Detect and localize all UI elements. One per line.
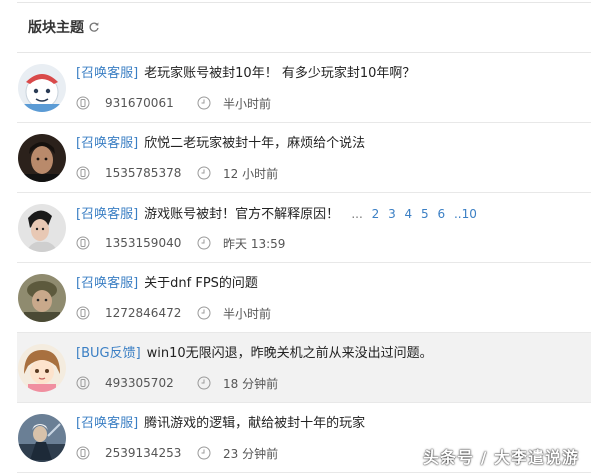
thread-tag[interactable]: [召唤客服] [76, 207, 138, 222]
thread-tag[interactable]: [BUG反馈] [76, 346, 141, 361]
thread-row[interactable]: [召唤客服] 关于dnf FPS的问题 1272846472 半小时前 [17, 263, 591, 333]
thread-title[interactable]: 关于dnf FPS的问题 [144, 276, 258, 291]
clock-icon [197, 446, 211, 460]
refresh-icon[interactable] [88, 21, 100, 33]
clock-icon [197, 166, 211, 180]
last-reply-time: 昨天 13:59 [223, 236, 286, 251]
views-count: 2539134253 [105, 446, 182, 460]
thread-meta: 1535785378 12 小时前 [76, 165, 278, 181]
section-header: 版块主题 [28, 16, 100, 38]
thread-tag[interactable]: [召唤客服] [76, 276, 138, 291]
views-count: 493305702 [105, 376, 174, 390]
thread-title[interactable]: win10无限闪退，昨晚关机之前从来没出过问题。 [147, 346, 433, 361]
clock-icon [197, 96, 211, 110]
pagination: ... 2 3 4 5 6 ..10 [351, 207, 477, 221]
thread-meta: 493305702 18 分钟前 [76, 375, 278, 391]
thread-title[interactable]: 老玩家账号被封10年！ 有多少玩家封10年啊？ [144, 66, 415, 81]
page-ellipsis: ... [351, 207, 363, 221]
views-count: 1535785378 [105, 166, 182, 180]
views-icon [76, 166, 90, 180]
last-reply-time: 半小时前 [223, 306, 272, 321]
views-icon [76, 446, 90, 460]
thread-list: [召唤客服] 老玩家账号被封10年！ 有多少玩家封10年啊？ 931670061 … [17, 53, 591, 473]
last-reply-time: 半小时前 [223, 96, 272, 111]
page-link[interactable]: 5 [421, 207, 429, 221]
thread-title[interactable]: 腾讯游戏的逻辑，献给被封十年的玩家 [144, 416, 365, 431]
thread-tag[interactable]: [召唤客服] [76, 136, 138, 151]
page-link[interactable]: 6 [437, 207, 445, 221]
avatar-cartoon-kid[interactable] [18, 64, 66, 112]
thread-meta: 1272846472 半小时前 [76, 305, 271, 321]
thread-title[interactable]: 欣悦二老玩家被封十年，麻烦给个说法 [144, 136, 365, 151]
views-icon [76, 96, 90, 110]
last-reply-time: 12 小时前 [223, 166, 279, 181]
views-count: 1353159040 [105, 236, 182, 250]
thread-title-line: [召唤客服] 欣悦二老玩家被封十年，麻烦给个说法 [76, 135, 365, 153]
thread-title-line: [BUG反馈] win10无限闪退，昨晚关机之前从来没出过问题。 [76, 345, 433, 363]
thread-title-line: [召唤客服] 关于dnf FPS的问题 [76, 275, 258, 293]
avatar-woman[interactable] [18, 204, 66, 252]
thread-row[interactable]: [召唤客服] 欣悦二老玩家被封十年，麻烦给个说法 1535785378 12 小时… [17, 123, 591, 193]
thread-title-line: [召唤客服] 老玩家账号被封10年！ 有多少玩家封10年啊？ [76, 65, 415, 83]
last-reply-time: 23 分钟前 [223, 446, 279, 461]
thread-row[interactable]: [召唤客服] 游戏账号被封！官方不解释原因！ ... 2 3 4 5 6 ..10… [17, 193, 591, 263]
watermark: 头条号 / 大李遣说游 [423, 448, 579, 467]
page-link-last[interactable]: ..10 [454, 207, 477, 221]
page-link[interactable]: 3 [388, 207, 396, 221]
clock-icon [197, 376, 211, 390]
thread-row-hovered[interactable]: [BUG反馈] win10无限闪退，昨晚关机之前从来没出过问题。 49330570… [17, 333, 591, 403]
page-link[interactable]: 4 [405, 207, 413, 221]
thread-tag[interactable]: [召唤客服] [76, 66, 138, 81]
top-divider [17, 2, 591, 3]
thread-title-line: [召唤客服] 腾讯游戏的逻辑，献给被封十年的玩家 [76, 415, 365, 433]
avatar-game-character[interactable] [18, 414, 66, 462]
thread-title[interactable]: 游戏账号被封！官方不解释原因！ [144, 207, 339, 222]
avatar-anime-girl[interactable] [18, 344, 66, 392]
thread-meta: 1353159040 昨天 13:59 [76, 235, 285, 251]
clock-icon [197, 306, 211, 320]
views-count: 931670061 [105, 96, 174, 110]
avatar-soldier[interactable] [18, 274, 66, 322]
views-icon [76, 306, 90, 320]
thread-meta: 2539134253 23 分钟前 [76, 445, 278, 461]
views-count: 1272846472 [105, 306, 182, 320]
thread-title-line: [召唤客服] 游戏账号被封！官方不解释原因！ ... 2 3 4 5 6 ..10 [76, 205, 477, 224]
views-icon [76, 236, 90, 250]
avatar-man-portrait[interactable] [18, 134, 66, 182]
views-icon [76, 376, 90, 390]
thread-tag[interactable]: [召唤客服] [76, 416, 138, 431]
thread-meta: 931670061 半小时前 [76, 95, 271, 111]
last-reply-time: 18 分钟前 [223, 376, 279, 391]
section-title: 版块主题 [28, 20, 84, 36]
clock-icon [197, 236, 211, 250]
page-link[interactable]: 2 [372, 207, 380, 221]
thread-row[interactable]: [召唤客服] 老玩家账号被封10年！ 有多少玩家封10年啊？ 931670061 … [17, 53, 591, 123]
